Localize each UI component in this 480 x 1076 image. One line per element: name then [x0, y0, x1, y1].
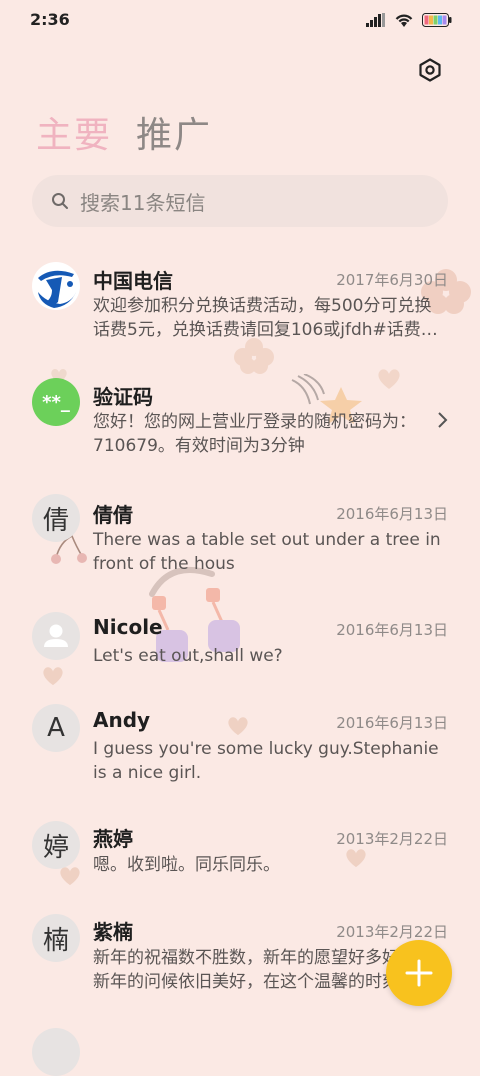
tab-bar: 主要 推广: [36, 106, 212, 158]
avatar: [32, 612, 80, 660]
contact-name: 紫楠: [93, 920, 133, 944]
status-time: 2:36: [30, 10, 70, 29]
contact-name: 燕婷: [93, 827, 133, 851]
message-date: 2013年2月22日: [336, 830, 448, 848]
message-preview: I guess you're some lucky guy.Stephanie …: [93, 739, 439, 783]
search-placeholder: 搜索11条短信: [80, 190, 206, 215]
settings-hexagon-icon: [419, 58, 441, 82]
contact-name: Andy: [93, 708, 151, 732]
person-icon: [44, 624, 68, 647]
avatar-letter: 楠: [42, 925, 69, 956]
new-message-button[interactable]: [386, 940, 452, 1006]
message-date: 2016年6月13日: [336, 714, 448, 732]
message-preview: Let's eat out,shall we?: [93, 646, 283, 666]
contact-name: 倩倩: [93, 503, 133, 527]
avatar-letter: 倩: [42, 505, 69, 536]
tab-promotions[interactable]: 推广: [136, 106, 212, 158]
conversation-row[interactable]: A Andy 2016年6月13日 I guess you're some lu…: [0, 700, 480, 810]
search-bar[interactable]: 搜索11条短信: [32, 175, 448, 227]
avatar: 婷: [32, 821, 80, 869]
conversation-row[interactable]: Nicole 2016年6月13日 Let's eat out,shall we…: [0, 604, 480, 694]
otp-avatar-text: **_: [42, 391, 70, 413]
message-preview: 嗯。收到啦。同乐同乐。: [93, 855, 280, 875]
avatar: A: [32, 704, 80, 752]
china-telecom-logo-icon: [33, 263, 79, 309]
avatar: [32, 1028, 80, 1076]
contact-name: 验证码: [93, 385, 153, 409]
wifi-icon: [395, 14, 413, 27]
avatar: [32, 262, 80, 310]
plus-icon: [405, 959, 433, 987]
conversation-row[interactable]: 婷 燕婷 2013年2月22日 嗯。收到啦。同乐同乐。: [0, 818, 480, 906]
message-date: 2016年6月13日: [336, 621, 448, 639]
message-date: 2013年2月22日: [336, 923, 448, 941]
avatar: 楠: [32, 914, 80, 962]
conversation-row[interactable]: 倩 倩倩 2016年6月13日 There was a table set ou…: [0, 486, 480, 596]
conversation-row[interactable]: 中国电信 2017年6月30日 欢迎参加积分兑换话费活动，每500分可兑换话费5…: [0, 250, 480, 360]
settings-button[interactable]: [414, 54, 446, 86]
tab-main[interactable]: 主要: [36, 106, 112, 158]
message-date: 2016年6月13日: [336, 505, 448, 523]
conversation-row[interactable]: **_ 验证码 您好！您的网上营业厅登录的随机密码为：710679。有效时间为3…: [0, 368, 480, 478]
avatar: **_: [32, 378, 80, 426]
message-preview: 您好！您的网上营业厅登录的随机密码为：710679。有效时间为3分钟: [93, 412, 416, 456]
search-icon: [52, 193, 68, 209]
signal-icon: [366, 13, 385, 27]
contact-name: 中国电信: [93, 269, 173, 293]
avatar-letter: A: [47, 713, 65, 743]
message-preview: There was a table set out under a tree i…: [93, 530, 441, 574]
conversation-row[interactable]: [0, 1028, 480, 1076]
battery-icon: [422, 13, 452, 27]
chevron-right-icon[interactable]: [436, 410, 450, 430]
contact-name: Nicole: [93, 615, 163, 639]
message-preview: 欢迎参加积分兑换话费活动，每500分可兑换话费5元，兑换话费请回复106或jfd…: [93, 296, 438, 340]
avatar-letter: 婷: [42, 832, 69, 863]
status-icons: [366, 12, 452, 28]
avatar: 倩: [32, 494, 80, 542]
status-bar: 2:36: [0, 0, 480, 40]
message-date: 2017年6月30日: [336, 271, 448, 289]
